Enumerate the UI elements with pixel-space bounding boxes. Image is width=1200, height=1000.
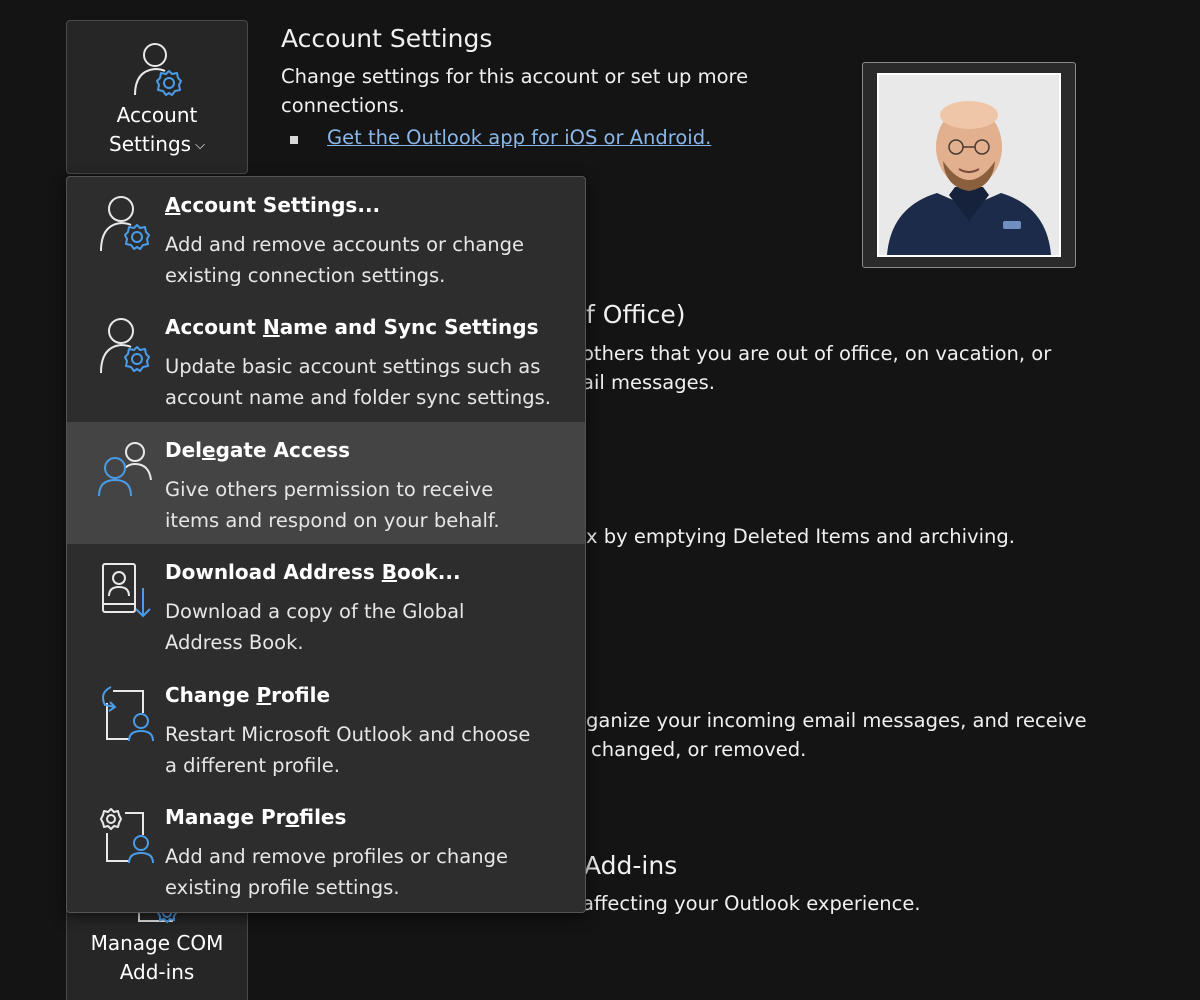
menu-item-description: Download a copy of the Global Address Bo… <box>165 600 465 654</box>
profile-photo[interactable] <box>862 62 1076 268</box>
person-portrait-icon <box>879 75 1059 255</box>
profile-photo-image <box>877 73 1061 257</box>
menu-item-description: Restart Microsoft Outlook and choose a d… <box>165 723 531 777</box>
account-settings-dropdown-menu: Account Settings... Add and remove accou… <box>66 176 586 913</box>
menu-item-change-profile[interactable]: Change Profile Restart Microsoft Outlook… <box>67 667 585 789</box>
mailbox-settings-description: x by emptying Deleted Items and archivin… <box>586 525 1015 548</box>
rules-alerts-description: ganize your incoming email messages, and… <box>586 709 1087 761</box>
menu-item-title: Download Address Book... <box>165 560 461 584</box>
menu-item-title: Change Profile <box>165 683 331 707</box>
account-settings-button-label: Account Settings ⌵ <box>67 101 247 160</box>
menu-item-description: Add and remove profiles or change existi… <box>165 845 508 899</box>
people-icon <box>97 438 155 500</box>
com-addins-heading-fragment: Add-ins <box>584 851 678 880</box>
bullet-icon <box>290 136 298 144</box>
menu-item-description: Update basic account settings such as ac… <box>165 355 552 409</box>
automatic-replies-heading-fragment: f Office) <box>586 300 686 329</box>
menu-item-account-settings[interactable]: Account Settings... Add and remove accou… <box>67 177 585 299</box>
automatic-replies-description: others that you are out of office, on va… <box>582 342 1052 394</box>
menu-item-title: Account Settings... <box>165 193 381 217</box>
menu-item-download-address-book[interactable]: Download Address Book... Download a copy… <box>67 544 585 666</box>
chevron-down-icon: ⌵ <box>195 138 205 153</box>
user-sync-gear-icon <box>97 315 155 377</box>
outlook-mobile-app-link[interactable]: Get the Outlook app for iOS or Android. <box>327 126 711 149</box>
profile-gear-icon <box>97 805 155 867</box>
account-settings-button[interactable]: Account Settings ⌵ <box>66 20 248 174</box>
outlook-account-info-page: Account Settings Change settings for thi… <box>0 0 1200 1000</box>
menu-item-title: Manage Profiles <box>165 805 347 829</box>
menu-item-delegate-access[interactable]: Delegate Access Give others permission t… <box>67 422 585 544</box>
profile-switch-icon <box>97 683 155 745</box>
menu-item-title: Account Name and Sync Settings <box>165 315 539 339</box>
user-gear-icon <box>131 41 187 101</box>
address-book-download-icon <box>97 560 155 622</box>
com-addins-description: affecting your Outlook experience. <box>582 892 921 915</box>
account-settings-heading: Account Settings <box>281 24 493 53</box>
menu-item-description: Give others permission to receive items … <box>165 478 500 532</box>
menu-item-account-name-sync-settings[interactable]: Account Name and Sync Settings Update ba… <box>67 299 585 421</box>
menu-item-manage-profiles[interactable]: Manage Profiles Add and remove profiles … <box>67 789 585 911</box>
account-settings-description: Change settings for this account or set … <box>281 65 749 117</box>
manage-com-addins-button-label: Manage COM Add-ins <box>90 931 224 984</box>
menu-item-description: Add and remove accounts or change existi… <box>165 233 525 287</box>
user-gear-icon <box>97 193 155 255</box>
menu-item-title: Delegate Access <box>165 438 351 462</box>
